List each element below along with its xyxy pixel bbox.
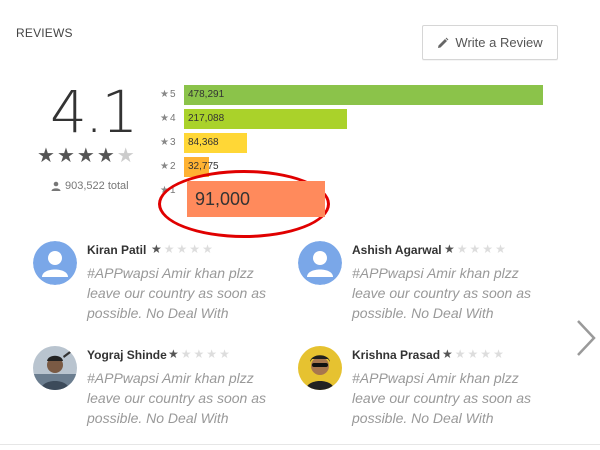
star-icon: ★ [160, 137, 169, 148]
star-empty-icon: ★ [206, 347, 218, 361]
histogram-bar: 478,291 [184, 84, 543, 105]
star-empty-icon: ★ [180, 347, 192, 361]
star-empty-icon: ★ [467, 347, 479, 361]
star-empty-icon: ★ [176, 242, 188, 256]
star-icon: ★ [160, 161, 169, 172]
histogram-bar: 84,368 [184, 132, 247, 153]
star-empty-icon: ★ [495, 242, 506, 256]
review-text: #APPwapsi Amir khan plzz leave our count… [352, 370, 531, 426]
review-text: #APPwapsi Amir khan plzz leave our count… [87, 370, 266, 426]
star-icon: ★ [56, 145, 75, 167]
star-empty-icon: ★ [163, 242, 175, 256]
review-card: Ashish Agarwal ★ ★ ★ ★ ★ #APPwapsi Amir khan… [298, 241, 568, 331]
section-title: REVIEWS [16, 26, 73, 40]
star-level: 5 [169, 89, 176, 100]
histogram-count: 478,291 [188, 89, 225, 100]
histogram-row-label: ★ 2 [160, 161, 184, 172]
histogram-count: 84,368 [188, 137, 219, 148]
histogram-row-label: ★ 4 [160, 113, 184, 124]
user-photo-avatar [298, 346, 342, 390]
star-icon: ★ [151, 242, 162, 256]
total-ratings: 903,522 total [51, 180, 129, 192]
histogram-count: 217,088 [188, 113, 225, 124]
star-empty-icon: ★ [116, 145, 135, 167]
highlighted-count: 91,000 [187, 181, 325, 217]
star-icon: ★ [96, 145, 115, 167]
star-icon: ★ [160, 89, 169, 100]
divider [0, 444, 600, 445]
review-stars: ★ ★ ★ ★ ★ [151, 242, 213, 256]
write-review-button[interactable]: Write a Review [422, 25, 558, 60]
star-empty-icon: ★ [480, 347, 492, 361]
person-icon [51, 181, 61, 191]
star-empty-icon: ★ [193, 347, 205, 361]
default-avatar [298, 241, 342, 285]
review-card: Krishna Prasad ★ ★ ★ ★ ★ #APPwapsi Amir khan… [298, 346, 568, 436]
review-text: #APPwapsi Amir khan plzz leave our count… [87, 265, 266, 321]
histogram-row-4-star: ★ 4 217,088 [160, 108, 347, 129]
reviewer-name: Krishna Prasad [352, 348, 441, 362]
star-icon: ★ [37, 145, 55, 167]
reviewer-name: Yograj Shinde [87, 348, 167, 362]
histogram-row-label: ★ 3 [160, 137, 184, 148]
review-stars: ★ ★ ★ ★ ★ [442, 347, 504, 361]
histogram-bar: 217,088 [184, 108, 347, 129]
star-empty-icon: ★ [189, 242, 201, 256]
star-empty-icon: ★ [219, 347, 230, 361]
star-level: 4 [169, 113, 176, 124]
total-count: 903,522 total [65, 180, 129, 192]
star-icon: ★ [160, 113, 169, 124]
star-icon: ★ [76, 145, 95, 167]
review-stars: ★ ★ ★ ★ ★ [168, 347, 230, 361]
write-review-label: Write a Review [455, 35, 543, 50]
star-empty-icon: ★ [469, 242, 481, 256]
star-empty-icon: ★ [456, 242, 468, 256]
star-level: 3 [169, 137, 176, 148]
histogram-row-5-star: ★ 5 478,291 [160, 84, 543, 105]
review-card: Yograj Shinde ★ ★ ★ ★ ★ #APPwapsi Amir khan … [33, 346, 303, 436]
star-empty-icon: ★ [202, 242, 213, 256]
star-empty-icon: ★ [482, 242, 494, 256]
star-icon: ★ [168, 347, 179, 361]
histogram-row-label: ★ 5 [160, 89, 184, 100]
reviewer-name: Kiran Patil [87, 243, 147, 257]
average-rating: 4.1 [50, 78, 138, 146]
default-avatar [33, 241, 77, 285]
chevron-right-icon[interactable] [572, 318, 598, 358]
review-stars: ★ ★ ★ ★ ★ [444, 242, 506, 256]
histogram-count: 32,775 [188, 161, 219, 172]
review-card: Kiran Patil ★ ★ ★ ★ ★ #APPwapsi Amir khan pl… [33, 241, 303, 331]
star-level: 2 [169, 161, 176, 172]
reviewer-name: Ashish Agarwal [352, 243, 442, 257]
histogram-row-3-star: ★ 3 84,368 [160, 132, 247, 153]
star-icon: ★ [444, 242, 455, 256]
review-text: #APPwapsi Amir khan plzz leave our count… [352, 265, 531, 321]
pencil-icon [438, 37, 449, 48]
user-photo-avatar [33, 346, 77, 390]
average-stars: ★ ★ ★ ★ ★ [37, 146, 135, 166]
star-icon: ★ [442, 347, 453, 361]
star-empty-icon: ★ [493, 347, 504, 361]
star-empty-icon: ★ [454, 347, 466, 361]
